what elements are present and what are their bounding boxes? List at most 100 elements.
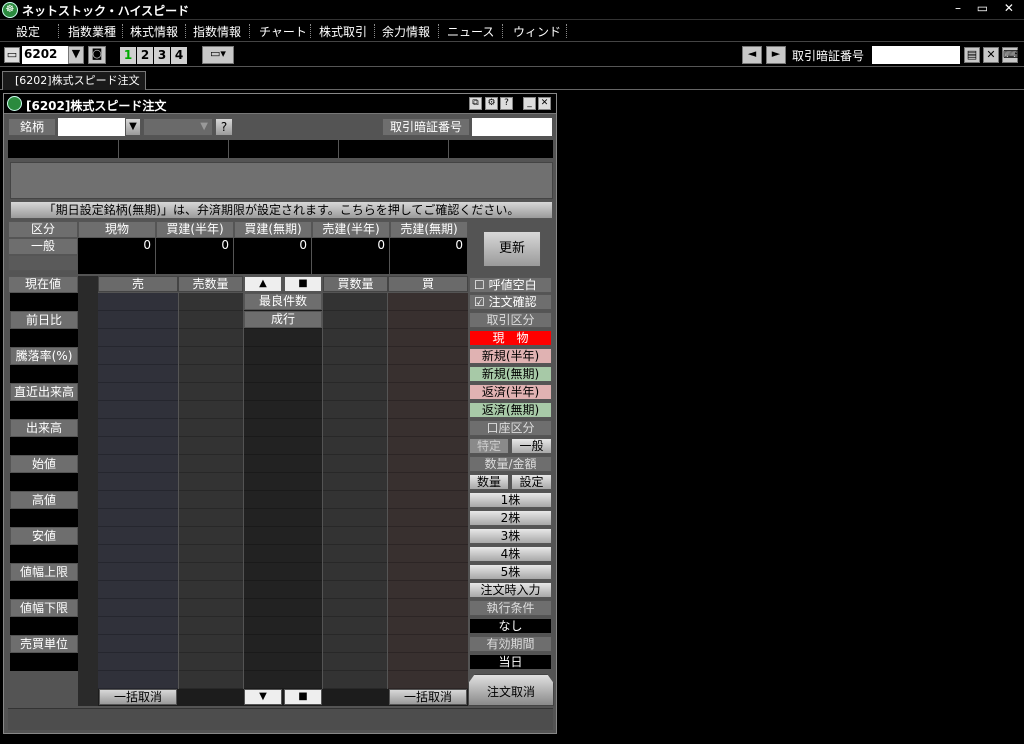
buy-qty-column[interactable] xyxy=(323,293,388,689)
meigara-dropdown-icon[interactable]: ▼ xyxy=(125,118,141,136)
label-zenjitsuhi: 前日比 xyxy=(10,311,78,329)
shikko-joken-value[interactable]: なし xyxy=(469,618,552,634)
pos-header-uridate-mu: 売建(無期) xyxy=(390,221,468,238)
keypad-icon[interactable]: ▤ xyxy=(964,47,980,63)
refresh-button[interactable]: 更新 xyxy=(483,231,541,267)
lot-5-button[interactable]: 5株 xyxy=(469,564,552,580)
prev-arrow-icon[interactable]: ◄ xyxy=(742,46,762,64)
hensai-han-button[interactable]: 返済(半年) xyxy=(469,384,552,400)
tokutei-button[interactable]: 特定 xyxy=(469,438,509,454)
symbol-input[interactable]: 6202 xyxy=(22,46,68,64)
market-select[interactable]: ▼ xyxy=(143,118,213,136)
help-icon[interactable]: ? xyxy=(500,97,513,110)
col-buy: 買 xyxy=(388,276,468,292)
menu-margin-info[interactable]: 余力情報 xyxy=(382,23,430,40)
buy-bulk-cancel-button[interactable]: 一括取消 xyxy=(389,689,467,705)
notice-button[interactable]: 「期日設定銘柄(無期)」は、弁済期限が設定されます。こちらを押してご確認ください… xyxy=(10,201,553,219)
lot-3-button[interactable]: 3株 xyxy=(469,528,552,544)
kakunin-checkbox[interactable]: ☑ 注文確認 xyxy=(469,294,552,310)
menu-stock-info[interactable]: 株式情報 xyxy=(130,23,178,40)
panel-logo-icon xyxy=(7,96,22,111)
menu-index-info[interactable]: 指数情報 xyxy=(193,23,241,40)
camera-icon[interactable]: ◙ xyxy=(88,46,106,64)
tab-speed-order[interactable]: [6202]株式スピード注文 xyxy=(2,71,146,90)
menu-index-sector[interactable]: 指数業種 xyxy=(68,23,116,40)
label-genzaine: 現在値 xyxy=(8,276,78,293)
layout-1-button[interactable]: 1 xyxy=(120,47,136,64)
minimize-icon[interactable]: _ xyxy=(523,97,536,110)
window-controls[interactable]: – ▭ ✕ xyxy=(955,1,1020,15)
shinki-mu-button[interactable]: 新規(無期) xyxy=(469,366,552,382)
ippan-button[interactable]: 一般 xyxy=(511,438,552,454)
layout-4-button[interactable]: 4 xyxy=(171,47,187,64)
center-bottom-button[interactable]: ■ xyxy=(284,689,322,705)
panel-pin-label: 取引暗証番号 xyxy=(382,118,470,136)
menu-settings[interactable]: 設定 xyxy=(16,23,40,40)
sell-price-column[interactable] xyxy=(98,293,178,689)
label-nehaba-kagen: 値幅下限 xyxy=(10,599,78,617)
pos-value-genbutsu: 0 xyxy=(78,238,155,274)
clear-icon[interactable]: ✕ xyxy=(983,47,999,63)
hensai-mu-button[interactable]: 返済(無期) xyxy=(469,402,552,418)
sell-qty-column[interactable] xyxy=(178,293,243,689)
menu-stock-trade[interactable]: 株式取引 xyxy=(319,23,367,40)
best-count-label: 最良件数 xyxy=(244,293,322,310)
label-chokkin-dekidaka: 直近出来高 xyxy=(10,383,78,401)
pos-header-kaidate-han: 買建(半年) xyxy=(156,221,234,238)
panel-titlebar: [6202]株式スピード注文 ⧉ ⚙ ? _ ✕ xyxy=(4,94,556,114)
label-nehaba-jogen: 値幅上限 xyxy=(10,563,78,581)
settei-button[interactable]: 設定 xyxy=(511,474,552,490)
scroll-up-button[interactable]: ▲ xyxy=(244,276,282,292)
center-button[interactable]: ■ xyxy=(284,276,322,292)
lot-4-button[interactable]: 4株 xyxy=(469,546,552,562)
pin-input[interactable] xyxy=(872,46,960,64)
label-yasune: 安値 xyxy=(10,527,78,545)
app-title: ネットストック・ハイスピード xyxy=(22,4,190,18)
label-baibai-tani: 売買単位 xyxy=(10,635,78,653)
pos-header-uridate-han: 売建(半年) xyxy=(312,221,390,238)
pos-header-kubun: 区分 xyxy=(8,221,78,238)
speed-order-panel: [6202]株式スピード注文 ⧉ ⚙ ? _ ✕ 銘柄 ▼ ▼ ? 取引暗証番号… xyxy=(3,93,557,734)
lot-2-button[interactable]: 2株 xyxy=(469,510,552,526)
scroll-down-button[interactable]: ▼ xyxy=(244,689,282,705)
value-genzaine xyxy=(10,293,78,311)
next-arrow-icon[interactable]: ► xyxy=(766,46,786,64)
label-toraku-ritsu: 騰落率(%) xyxy=(10,347,78,365)
close-icon[interactable]: ✕ xyxy=(538,97,551,110)
yuko-kikan-value[interactable]: 当日 xyxy=(469,654,552,670)
menu-news[interactable]: ニュース xyxy=(447,23,494,40)
market-order-label[interactable]: 成行 xyxy=(244,311,322,328)
kakunin-label: 注文確認 xyxy=(488,295,537,309)
windows-menu-icon[interactable]: ▭▾ xyxy=(202,46,234,64)
col-sell-qty: 売数量 xyxy=(178,276,243,292)
suryo-kingaku-label: 数量/金額 xyxy=(469,456,552,472)
price-column[interactable] xyxy=(244,293,322,689)
menu-chart[interactable]: チャート xyxy=(259,23,307,40)
symbol-dropdown-icon[interactable]: ▼ xyxy=(68,46,84,64)
shikko-joken-label: 執行条件 xyxy=(469,600,552,616)
layout-3-button[interactable]: 3 xyxy=(154,47,170,64)
copy-icon[interactable]: ⧉ xyxy=(469,97,482,110)
yobine-label: 呼値空白 xyxy=(488,278,537,292)
message-area xyxy=(10,162,553,199)
menu-window[interactable]: ウィンド xyxy=(513,23,561,40)
sell-bulk-cancel-button[interactable]: 一括取消 xyxy=(99,689,177,705)
yuko-kikan-label: 有効期間 xyxy=(469,636,552,652)
layout-2-button[interactable]: 2 xyxy=(137,47,153,64)
settings-icon[interactable]: ⚙ xyxy=(485,97,498,110)
shinki-han-button[interactable]: 新規(半年) xyxy=(469,348,552,364)
meigara-help-button[interactable]: ? xyxy=(215,118,233,136)
meigara-input[interactable] xyxy=(58,118,126,136)
panel-pin-input[interactable] xyxy=(472,118,552,136)
suryo-button[interactable]: 数量 xyxy=(469,474,509,490)
order-time-input-button[interactable]: 注文時入力 xyxy=(469,582,552,598)
app-logo-icon: ☸ xyxy=(2,2,18,18)
genbutsu-button[interactable]: 現 物 xyxy=(469,330,552,346)
col-sell: 売 xyxy=(98,276,178,292)
keyboard-icon[interactable]: ⌨ xyxy=(1002,47,1019,63)
lot-1-button[interactable]: 1株 xyxy=(469,492,552,508)
yobine-checkbox[interactable]: ☐ 呼値空白 xyxy=(469,277,552,293)
order-cancel-button[interactable]: 注文取消 xyxy=(468,674,554,706)
window-icon[interactable]: ▭ xyxy=(4,47,20,63)
buy-price-column[interactable] xyxy=(388,293,468,689)
